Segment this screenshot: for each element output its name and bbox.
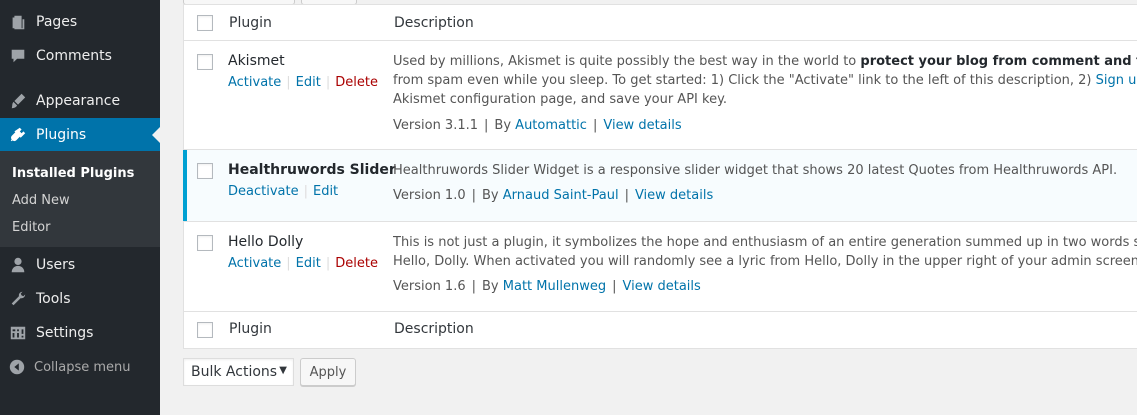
column-plugin-header[interactable]: Plugin [229, 15, 272, 31]
column-plugin-footer[interactable]: Plugin [229, 321, 272, 337]
select-all-checkbox[interactable] [197, 15, 213, 31]
bulk-actions-select[interactable]: Bulk Actions ▼ [183, 358, 294, 386]
plugin-description: This is not just a plugin, it symbolizes… [393, 235, 1137, 269]
row-checkbox[interactable] [197, 235, 213, 251]
comments-icon [0, 47, 36, 65]
row-actions: Activate | Edit | Delete [228, 75, 378, 90]
column-description-footer: Description [394, 321, 474, 337]
edit-link[interactable]: Edit [296, 256, 321, 271]
plugins-icon [0, 126, 36, 144]
submenu-editor[interactable]: Editor [0, 214, 160, 241]
sidebar-item-users[interactable]: Users [0, 248, 160, 282]
delete-link[interactable]: Delete [335, 256, 378, 271]
plugin-name: Healthruwords Slider [228, 162, 396, 178]
deactivate-link[interactable]: Deactivate [228, 184, 299, 199]
sidebar-item-appearance[interactable]: Appearance [0, 84, 160, 118]
appearance-icon [0, 92, 36, 110]
plugin-name: Akismet [228, 53, 285, 69]
admin-sidebar: Pages Comments Appearance Plugins Instal… [0, 0, 160, 415]
tools-icon [0, 290, 36, 308]
sidebar-item-tools[interactable]: Tools [0, 282, 160, 316]
row-actions: Deactivate | Edit [228, 184, 339, 199]
submenu-installed-plugins[interactable]: Installed Plugins [0, 160, 160, 187]
dropdown-arrow-icon: ▼ [279, 365, 287, 376]
sidebar-item-comments[interactable]: Comments [0, 39, 160, 73]
plugin-meta: Version 1.0 | By Arnaud Saint-Paul | View de… [393, 188, 714, 203]
pages-icon [0, 13, 36, 31]
settings-icon [0, 324, 36, 342]
users-icon [0, 256, 36, 274]
table-row: Akismet Activate | Edit | Delete Used by mil… [184, 41, 1137, 150]
table-header: Plugin Description [184, 5, 1137, 41]
view-details-link[interactable]: View details [635, 188, 713, 203]
author-link[interactable]: Automattic [515, 118, 587, 133]
signup-link[interactable]: Sign up for an Ak [1096, 73, 1137, 88]
table-row: Hello Dolly Activate | Edit | Delete This is… [184, 222, 1137, 312]
activate-link[interactable]: Activate [228, 256, 281, 271]
plugin-meta: Version 1.6 | By Matt Mullenweg | View detai… [393, 279, 701, 294]
submenu-add-new[interactable]: Add New [0, 187, 160, 214]
select-all-checkbox-footer[interactable] [197, 322, 213, 338]
column-description-header: Description [394, 15, 474, 31]
table-row: Healthruwords Slider Deactivate | Edit Hea… [183, 150, 1137, 222]
row-checkbox[interactable] [197, 163, 213, 179]
apply-button[interactable]: Apply [300, 358, 356, 386]
plugin-name: Hello Dolly [228, 234, 304, 250]
top-tablenav-fragment [183, 0, 358, 5]
view-details-link[interactable]: View details [622, 279, 700, 294]
collapse-menu-button[interactable]: Collapse menu [0, 350, 160, 384]
author-link[interactable]: Arnaud Saint-Paul [503, 188, 619, 203]
edit-link[interactable]: Edit [296, 75, 321, 90]
view-details-link[interactable]: View details [603, 118, 681, 133]
row-checkbox[interactable] [197, 54, 213, 70]
delete-link[interactable]: Delete [335, 75, 378, 90]
collapse-icon [0, 358, 34, 376]
plugin-meta: Version 3.1.1 | By Automattic | View details [393, 118, 682, 133]
sidebar-item-pages[interactable]: Pages [0, 5, 160, 39]
author-link[interactable]: Matt Mullenweg [503, 279, 606, 294]
sidebar-item-settings[interactable]: Settings [0, 316, 160, 350]
plugin-description: Used by millions, Akismet is quite possi… [393, 52, 1137, 109]
plugin-description: Healthruwords Slider Widget is a respons… [393, 163, 1118, 178]
sidebar-item-plugins[interactable]: Plugins [0, 118, 160, 152]
activate-link[interactable]: Activate [228, 75, 281, 90]
edit-link[interactable]: Edit [313, 184, 338, 199]
table-footer: Plugin Description [184, 312, 1137, 348]
plugins-table: Plugin Description Akismet Activate | Edit… [183, 4, 1137, 349]
plugins-submenu: Installed Plugins Add New Editor [0, 151, 160, 247]
row-actions: Activate | Edit | Delete [228, 256, 378, 271]
